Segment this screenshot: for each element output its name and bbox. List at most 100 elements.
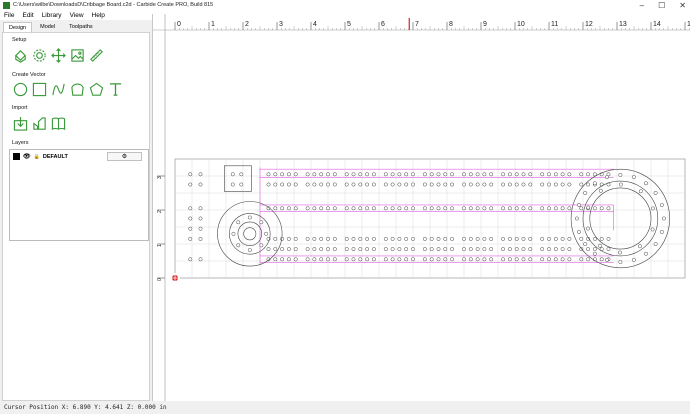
peg-hole	[586, 205, 591, 210]
pentagon-icon[interactable]	[88, 81, 104, 97]
maximize-icon[interactable]: ☐	[658, 1, 665, 10]
peg-hole	[326, 172, 330, 177]
minimize-icon[interactable]: –	[640, 1, 644, 10]
peg-hole	[365, 257, 370, 262]
peg-hole	[273, 182, 278, 187]
peg-hole	[305, 182, 310, 187]
peg-hole	[371, 172, 376, 177]
menu-library[interactable]: Library	[42, 12, 62, 19]
peg-hole	[528, 236, 533, 241]
peg-hole	[305, 257, 310, 262]
gear-icon[interactable]	[31, 47, 47, 63]
peg-hole	[344, 247, 349, 252]
peg-hole	[422, 206, 427, 211]
peg-hole	[507, 172, 512, 177]
peg-hole	[411, 206, 415, 211]
peg-hole	[344, 182, 349, 187]
text-icon[interactable]	[107, 81, 123, 97]
layer-settings-button[interactable]: ⚙	[107, 152, 142, 161]
peg-hole	[586, 247, 591, 252]
peg-hole	[540, 172, 545, 177]
job-setup-icon[interactable]	[12, 47, 28, 63]
menu-help[interactable]: Help	[92, 12, 105, 19]
peg-hole	[586, 257, 591, 262]
peg-hole	[560, 247, 565, 252]
tab-model[interactable]: Model	[34, 22, 61, 32]
peg-hole	[553, 172, 558, 177]
peg-hole	[450, 182, 455, 187]
peg-hole	[605, 257, 609, 262]
tab-design[interactable]: Design	[3, 22, 33, 32]
peg-hole	[489, 247, 494, 252]
peg-hole	[436, 247, 441, 252]
menu-edit[interactable]: Edit	[22, 12, 33, 19]
circle-icon[interactable]	[12, 81, 28, 97]
layers-list: 👁 🔒 DEFAULT ⚙	[9, 149, 149, 241]
peg-hole	[286, 257, 291, 262]
peg-hole	[507, 247, 512, 252]
close-icon[interactable]: ✕	[679, 1, 686, 10]
lock-icon[interactable]: 🔒	[34, 154, 40, 160]
peg-hole	[404, 172, 409, 177]
peg-hole	[514, 182, 519, 187]
curve-icon[interactable]	[50, 81, 66, 97]
peg-hole	[319, 257, 324, 262]
peg-hole	[468, 206, 473, 211]
peg-hole	[540, 236, 545, 241]
design-canvas[interactable]: 01234567891011121314150123	[152, 14, 690, 401]
peg-hole	[365, 236, 370, 241]
peg-hole	[436, 172, 441, 177]
peg-hole	[450, 236, 455, 241]
app-icon	[3, 1, 10, 9]
peg-hole	[236, 243, 241, 248]
peg-hole	[598, 188, 603, 193]
peg-hole	[351, 236, 356, 241]
peg-hole	[579, 236, 584, 241]
tab-toolpaths[interactable]: Toolpaths	[63, 22, 99, 32]
peg-hole	[266, 172, 271, 177]
peg-hole	[239, 172, 244, 177]
import-image-icon[interactable]	[31, 115, 47, 131]
peg-hole	[489, 236, 494, 241]
polygon-shape-icon[interactable]	[69, 81, 85, 97]
peg-hole	[273, 172, 278, 177]
peg-hole	[475, 206, 480, 211]
peg-hole	[553, 257, 558, 262]
peg-hole	[501, 172, 506, 177]
peg-hole	[365, 182, 370, 187]
menu-file[interactable]: File	[4, 12, 14, 19]
peg-hole	[411, 172, 415, 177]
left-ruler	[153, 14, 165, 401]
peg-hole	[188, 257, 193, 262]
peg-hole	[411, 236, 415, 241]
peg-hole	[390, 257, 395, 262]
peg-hole	[390, 172, 395, 177]
image-icon[interactable]	[69, 47, 85, 63]
import-icon[interactable]	[12, 115, 28, 131]
window-title: C:\Users\wilbe\DownloadsD\Cribbage Board…	[13, 2, 214, 8]
peg-hole	[443, 172, 448, 177]
peg-hole	[661, 216, 666, 221]
canvas-drawing[interactable]: 01234567891011121314150123	[153, 14, 690, 401]
layer-color-swatch[interactable]	[13, 153, 20, 160]
peg-hole	[273, 206, 278, 211]
peg-hole	[574, 216, 579, 221]
peg-hole	[293, 236, 298, 241]
peg-hole	[501, 257, 506, 262]
menu-view[interactable]: View	[70, 12, 84, 19]
peg-hole	[482, 182, 487, 187]
peg-hole	[482, 172, 487, 177]
book-icon[interactable]	[50, 115, 66, 131]
layer-row[interactable]: 👁 🔒 DEFAULT	[13, 153, 68, 160]
rectangle-icon[interactable]	[31, 81, 47, 97]
eye-icon[interactable]: 👁	[23, 153, 31, 160]
peg-hole	[501, 182, 506, 187]
move-icon[interactable]	[50, 47, 66, 63]
peg-hole	[273, 257, 278, 262]
peg-hole	[280, 172, 285, 177]
peg-hole	[326, 206, 330, 211]
ruler-icon[interactable]	[88, 47, 104, 63]
peg-hole	[528, 247, 533, 252]
peg-hole	[305, 172, 310, 177]
peg-hole	[411, 182, 415, 187]
